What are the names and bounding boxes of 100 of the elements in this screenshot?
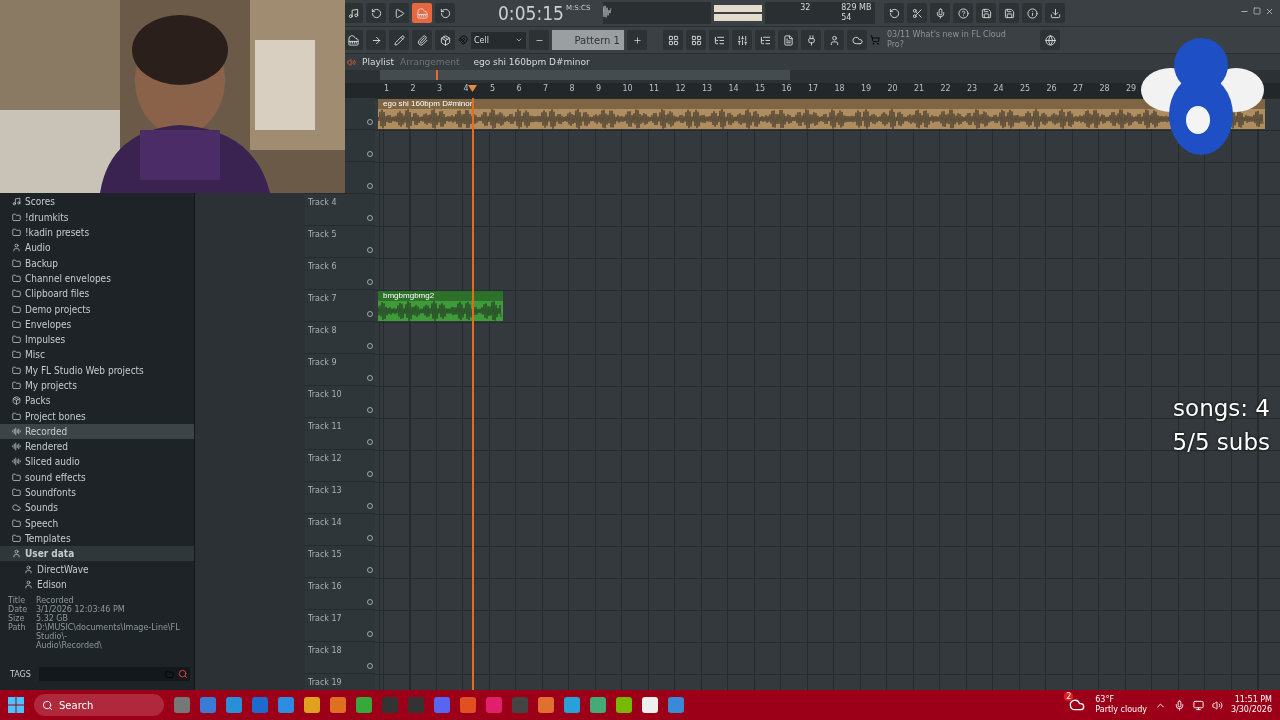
browser-item[interactable]: Packs <box>0 393 194 409</box>
bar-number: 24 <box>993 84 1004 93</box>
track-label: Track 15 <box>308 550 342 559</box>
track-label: Track 16 <box>308 582 342 591</box>
bar-number: 7 <box>543 84 549 93</box>
browser-item[interactable]: sound effects <box>0 469 194 485</box>
overlay-text: 5/5 subs <box>1172 429 1270 455</box>
bar-number: 15 <box>755 84 766 93</box>
browser-item[interactable]: Soundfonts <box>0 484 194 501</box>
track-label: Track 11 <box>308 422 342 431</box>
temperature: 63°F <box>1095 695 1115 705</box>
track-label: Track 7 <box>308 294 337 303</box>
audio-clip[interactable]: ego shi 160bpm D#minor <box>378 99 1265 129</box>
song-time: 0:05:15 <box>498 2 564 24</box>
bar-number: 21 <box>914 84 925 93</box>
bar-number: 12 <box>675 84 686 93</box>
bar-number: 27 <box>1073 84 1084 93</box>
memory-reading: 829 MB <box>841 3 872 13</box>
bar-number: 11 <box>649 84 660 93</box>
track-label: Track 6 <box>308 262 337 271</box>
browser-item[interactable]: Clipboard files <box>0 286 194 302</box>
browser-item[interactable]: Envelopes <box>0 316 194 332</box>
bar-number: 9 <box>596 84 602 93</box>
browser-item[interactable]: Misc <box>0 347 194 363</box>
track-label: Track 9 <box>308 358 337 367</box>
notification-badge: 2 <box>1064 692 1074 701</box>
arrangement-name[interactable]: ego shi 160bpm D#minor <box>473 57 590 67</box>
bar-number: 2 <box>410 84 416 93</box>
bar-number: 19 <box>861 84 872 93</box>
info-label: Path <box>8 623 27 634</box>
info-value: Audio\Recorded\ <box>36 641 103 650</box>
weather-text: Partly cloudy <box>1095 705 1147 715</box>
info-label: Date <box>8 605 29 614</box>
bar-number: 18 <box>834 84 845 93</box>
snap-dropdown[interactable]: Cell <box>471 31 526 49</box>
info-value: D:\MUSIC\documents\Image-Line\FL Studio\- <box>36 623 181 641</box>
audio-clip[interactable]: bmgbmgbmg2 <box>378 291 503 321</box>
bar-number: 26 <box>1046 84 1057 93</box>
browser-item[interactable]: Recorded <box>0 423 194 440</box>
clock-date: 3/30/2026 <box>1230 705 1272 715</box>
bar-number: 14 <box>728 84 739 93</box>
info-value: Recorded <box>36 596 75 605</box>
browser-item[interactable]: Edison <box>0 576 194 592</box>
browser-item[interactable]: Project bones <box>0 408 194 424</box>
browser-item[interactable]: Scores <box>0 194 194 210</box>
track-label: Track 13 <box>308 486 342 495</box>
bar-number: 6 <box>516 84 522 93</box>
cpu-reading: 32 <box>800 3 811 13</box>
browser-item[interactable]: Speech <box>0 515 194 531</box>
pattern-selector[interactable]: Pattern 1 <box>552 30 624 50</box>
track-label: Track 4 <box>308 198 337 207</box>
browser-item[interactable]: !kadin presets <box>0 224 194 241</box>
bar-number: 28 <box>1099 84 1110 93</box>
clock-time: 11:51 PM <box>1234 695 1272 705</box>
bar-number: 23 <box>967 84 978 93</box>
bar-number: 3 <box>437 84 443 93</box>
clip-name: bmgbmgbmg2 <box>378 291 503 301</box>
tags-label: TAGS <box>9 669 32 679</box>
browser-item[interactable]: !drumkits <box>0 209 194 225</box>
bar-number: 29 <box>1126 84 1137 93</box>
playlist-title: Playlist <box>362 57 394 67</box>
overlay-text: songs: 4 <box>1173 395 1270 421</box>
bar-number: 17 <box>808 84 819 93</box>
browser-item[interactable]: Sliced audio <box>0 454 194 470</box>
bar-number: 5 <box>490 84 496 93</box>
bar-number: 13 <box>702 84 713 93</box>
bar-number: 20 <box>887 84 898 93</box>
taskbar-search[interactable]: Search <box>34 694 164 716</box>
bar-number: 25 <box>1020 84 1031 93</box>
browser-item[interactable]: Demo projects <box>0 301 194 317</box>
track-label: Track 5 <box>308 230 337 239</box>
info-label: Size <box>8 614 26 623</box>
browser-item[interactable]: Channel envelopes <box>0 270 194 287</box>
info-value: 5.32 GB <box>36 614 70 623</box>
bar-number: 10 <box>622 84 633 93</box>
browser-item[interactable]: Impulses <box>0 331 194 348</box>
track-label: Track 8 <box>308 326 337 335</box>
info-label: Title <box>8 596 27 605</box>
browser-item[interactable]: Rendered <box>0 439 194 455</box>
track-label: Track 10 <box>308 390 342 399</box>
track-label: Track 18 <box>308 646 342 655</box>
track-label: Track 17 <box>308 614 342 623</box>
browser-item[interactable]: DirectWave <box>0 561 194 577</box>
browser-item[interactable]: User data <box>0 546 194 562</box>
bar-number: 22 <box>940 84 951 93</box>
track-label: Track 12 <box>308 454 342 463</box>
news-text[interactable]: 03/11 What's new in FL Cloud Pro? <box>887 30 1007 50</box>
track-label: Track 14 <box>308 518 342 527</box>
browser-item[interactable]: Audio <box>0 240 194 256</box>
info-value: 3/1/2026 12:03:46 PM <box>36 605 126 614</box>
browser-item[interactable]: Backup <box>0 255 194 271</box>
bar-number: 16 <box>781 84 792 93</box>
browser-item[interactable]: Templates <box>0 530 194 547</box>
bar-number: 8 <box>569 84 575 93</box>
bar-number: 1 <box>384 84 390 93</box>
bar-number: 4 <box>463 84 469 93</box>
browser-item[interactable]: My FL Studio Web projects <box>0 362 194 378</box>
browser-item[interactable]: Sounds <box>0 500 194 516</box>
track-label: Track 19 <box>308 678 342 687</box>
browser-item[interactable]: My projects <box>0 377 194 394</box>
